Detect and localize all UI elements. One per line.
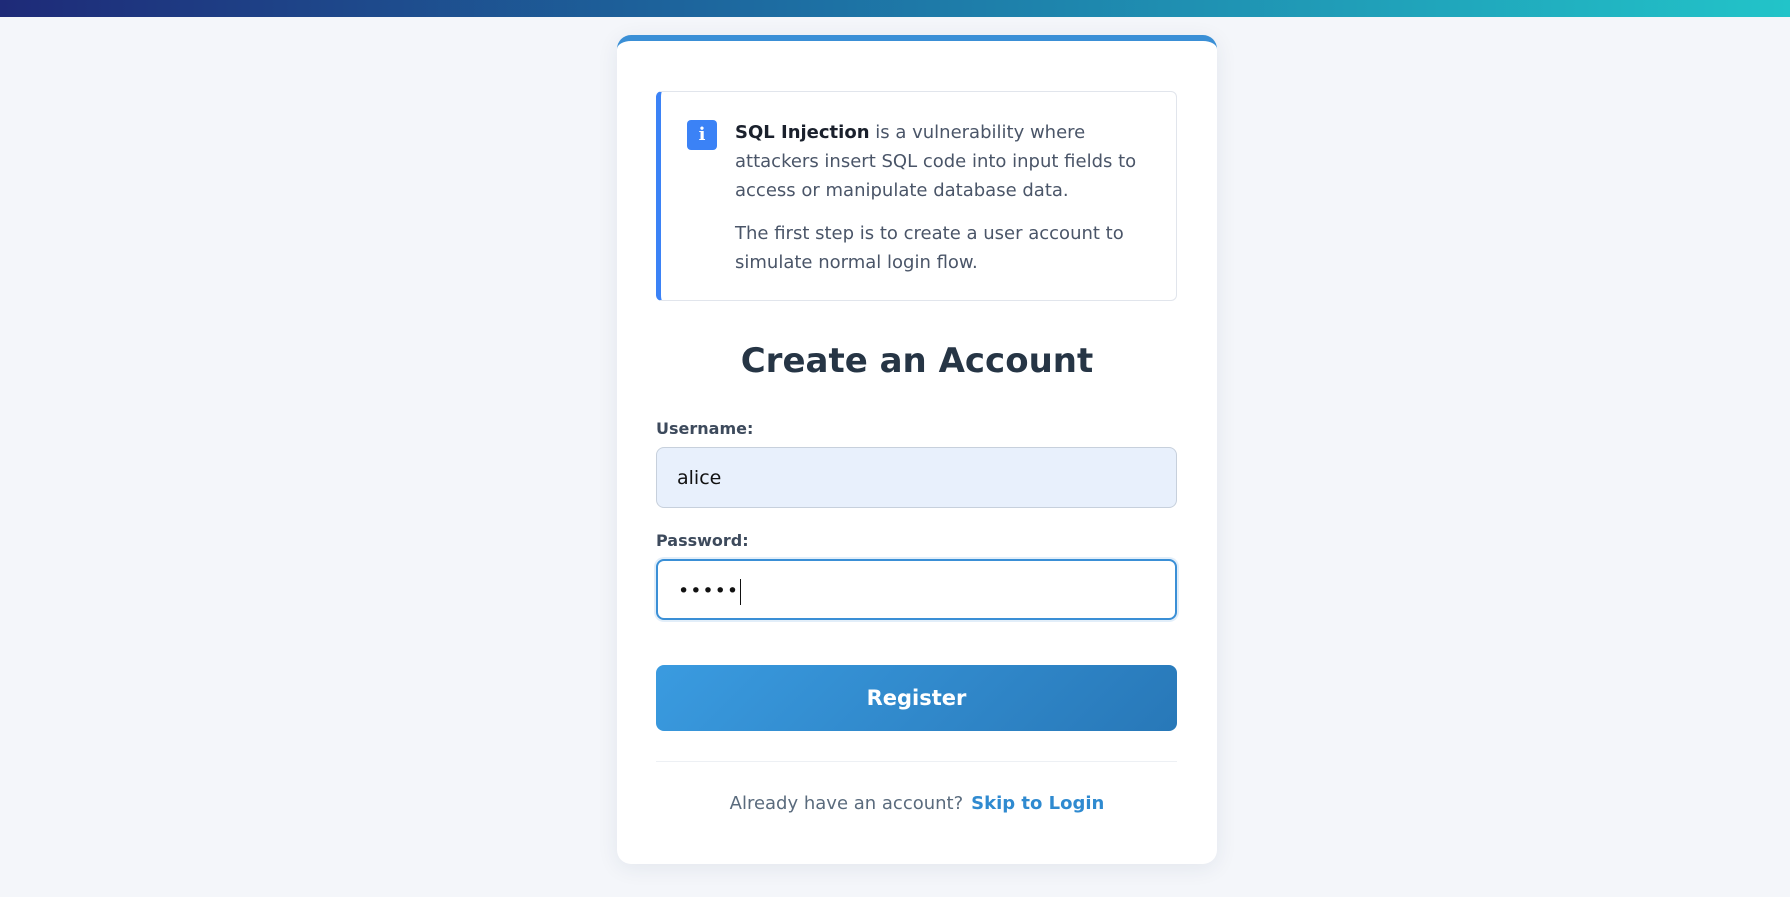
info-paragraph-2: The first step is to create a user accou… <box>735 223 1124 273</box>
info-paragraph-1: SQL Injection is a vulnerability where a… <box>735 118 1155 205</box>
divider <box>656 761 1177 762</box>
username-input[interactable]: alice <box>656 447 1177 508</box>
login-prompt-text: Already have an account? <box>729 793 964 814</box>
info-term: SQL Injection <box>735 122 870 143</box>
text-caret <box>740 578 742 605</box>
info-icon: i <box>687 120 717 150</box>
register-button[interactable]: Register <box>656 665 1177 731</box>
info-callout: i SQL Injection is a vulnerability where… <box>656 91 1177 301</box>
info-text: SQL Injection is a vulnerability where a… <box>735 118 1155 277</box>
register-card: i SQL Injection is a vulnerability where… <box>617 35 1217 864</box>
top-gradient-bar <box>0 0 1790 17</box>
password-input[interactable]: ••••• <box>656 559 1177 620</box>
username-label: Username: <box>656 419 754 438</box>
skip-to-login-link[interactable]: Skip to Login <box>971 793 1104 814</box>
page-title: Create an Account <box>740 341 1094 381</box>
login-prompt: Already have an account? Skip to Login <box>617 793 1217 814</box>
username-value: alice <box>677 467 722 489</box>
password-value: ••••• <box>678 580 740 602</box>
password-label: Password: <box>656 531 749 550</box>
